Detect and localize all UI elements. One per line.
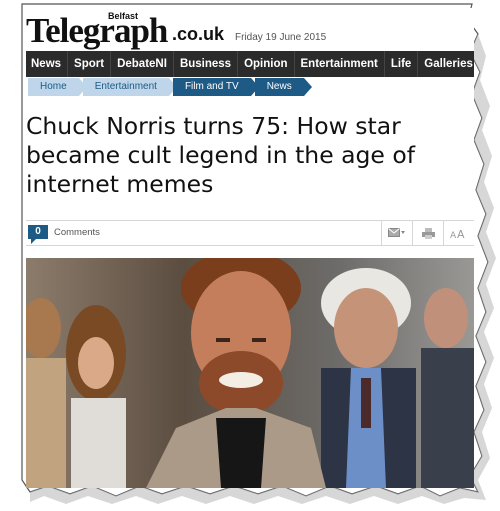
logo-domain: .co.uk <box>172 24 225 44</box>
comments-count-badge[interactable]: 0 <box>28 225 48 244</box>
comments-link[interactable]: Comments <box>54 227 100 238</box>
nav-item-debateni[interactable]: DebateNI <box>111 51 174 77</box>
logo-region-word: Belfast <box>108 11 139 21</box>
breadcrumb-film-and-tv[interactable]: Film and TV <box>172 78 259 96</box>
nav-item-life[interactable]: Life <box>385 51 419 77</box>
breadcrumb-news[interactable]: News <box>254 78 312 96</box>
main-nav: News Sport DebateNI Business Opinion Ent… <box>26 51 474 77</box>
article-photo[interactable] <box>26 258 474 488</box>
article-tools: AA <box>381 221 474 245</box>
current-date: Friday 19 June 2015 <box>235 32 327 43</box>
nav-item-sport[interactable]: Sport <box>68 51 112 77</box>
nav-item-business[interactable]: Business <box>174 51 239 77</box>
nav-item-opinion[interactable]: Opinion <box>238 51 295 77</box>
comments-toolbar: 0 Comments AA <box>26 220 474 246</box>
printer-icon[interactable] <box>412 221 443 245</box>
site-logo[interactable]: Telegraph <box>26 13 168 48</box>
svg-text:A: A <box>450 231 457 239</box>
nav-item-entertainment[interactable]: Entertainment <box>295 51 385 77</box>
breadcrumb-entertainment[interactable]: Entertainment <box>82 78 178 96</box>
breadcrumb: Home Entertainment Film and TV News <box>28 78 312 96</box>
nav-item-news[interactable]: News <box>26 51 69 77</box>
svg-text:A: A <box>457 228 465 239</box>
article-headline: Chuck Norris turns 75: How star became c… <box>26 112 416 198</box>
breadcrumb-home[interactable]: Home <box>28 78 87 96</box>
nav-item-galleries[interactable]: Galleries <box>418 51 474 77</box>
envelope-icon[interactable] <box>381 221 412 245</box>
text-size-icon[interactable]: AA <box>443 221 474 245</box>
article-page: Telegraph Belfast .co.uk Friday 19 June … <box>26 8 474 488</box>
masthead: Telegraph Belfast .co.uk Friday 19 June … <box>26 8 474 48</box>
chuck-norris-photo <box>26 258 474 488</box>
